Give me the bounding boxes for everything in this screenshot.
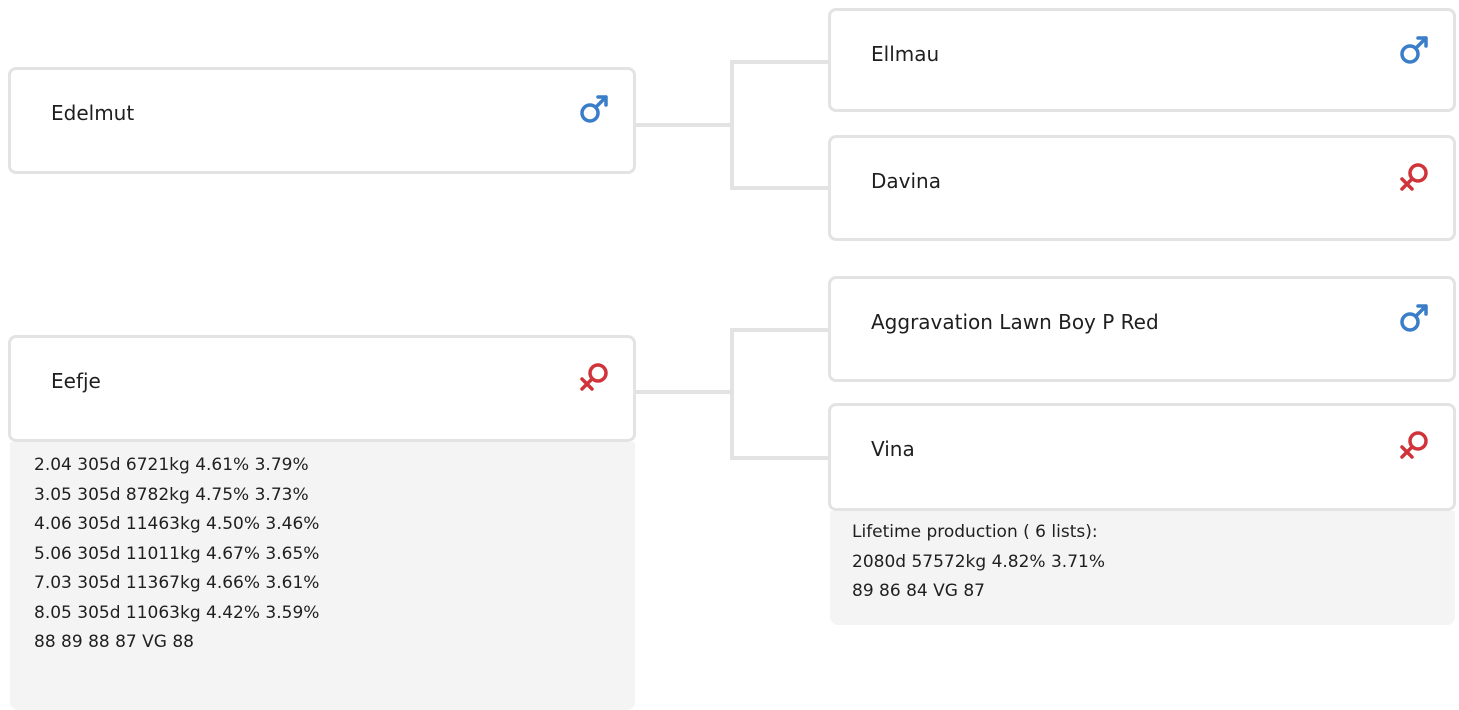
connector-eefje xyxy=(634,328,830,460)
male-symbol-icon xyxy=(1400,36,1428,64)
production-line: 4.06 305d 11463kg 4.50% 3.46% xyxy=(34,514,320,534)
production-line: 5.06 305d 11011kg 4.67% 3.65% xyxy=(34,543,320,564)
production-line: 2.04 305d 6721kg 4.61% 3.79% xyxy=(34,455,309,475)
animal-name: Eefje xyxy=(51,369,101,393)
animal-card-ellmau[interactable]: Ellmau xyxy=(828,8,1456,112)
animal-card-davina[interactable]: Davina xyxy=(828,135,1456,241)
animal-card-eefje[interactable]: Eefje xyxy=(8,335,636,442)
production-line: 3.05 305d 8782kg 4.75% 3.73% xyxy=(34,484,309,505)
classification-line: 89 86 84 VG 87 xyxy=(852,581,985,601)
production-panel-eefje: 2.04 305d 6721kg 4.61% 3.79% 3.05 305d 8… xyxy=(10,442,635,710)
female-symbol-icon xyxy=(1400,431,1428,459)
production-line: 8.05 305d 11063kg 4.42% 3.59% xyxy=(34,602,320,623)
production-panel-vina: Lifetime production ( 6 lists): 2080d 57… xyxy=(830,511,1455,625)
female-symbol-icon xyxy=(580,363,608,391)
male-symbol-icon xyxy=(580,95,608,123)
production-line: 2080d 57572kg 4.82% 3.71% xyxy=(852,551,1105,572)
animal-card-vina[interactable]: Vina xyxy=(828,403,1456,511)
lifetime-production-label: Lifetime production ( 6 lists): xyxy=(852,522,1098,542)
animal-card-edelmut[interactable]: Edelmut xyxy=(8,67,636,174)
production-line: 7.03 305d 11367kg 4.66% 3.61% xyxy=(34,573,320,593)
animal-name: Aggravation Lawn Boy P Red xyxy=(871,310,1159,334)
connector-edelmut xyxy=(634,60,830,190)
animal-card-aggravation-lawn-boy-p-red[interactable]: Aggravation Lawn Boy P Red xyxy=(828,276,1456,382)
female-symbol-icon xyxy=(1400,163,1428,191)
male-symbol-icon xyxy=(1400,304,1428,332)
animal-name: Edelmut xyxy=(51,101,135,125)
animal-name: Ellmau xyxy=(871,42,940,66)
animal-name: Davina xyxy=(871,169,941,193)
classification-line: 88 89 88 87 VG 88 xyxy=(34,632,194,652)
animal-name: Vina xyxy=(871,437,915,461)
